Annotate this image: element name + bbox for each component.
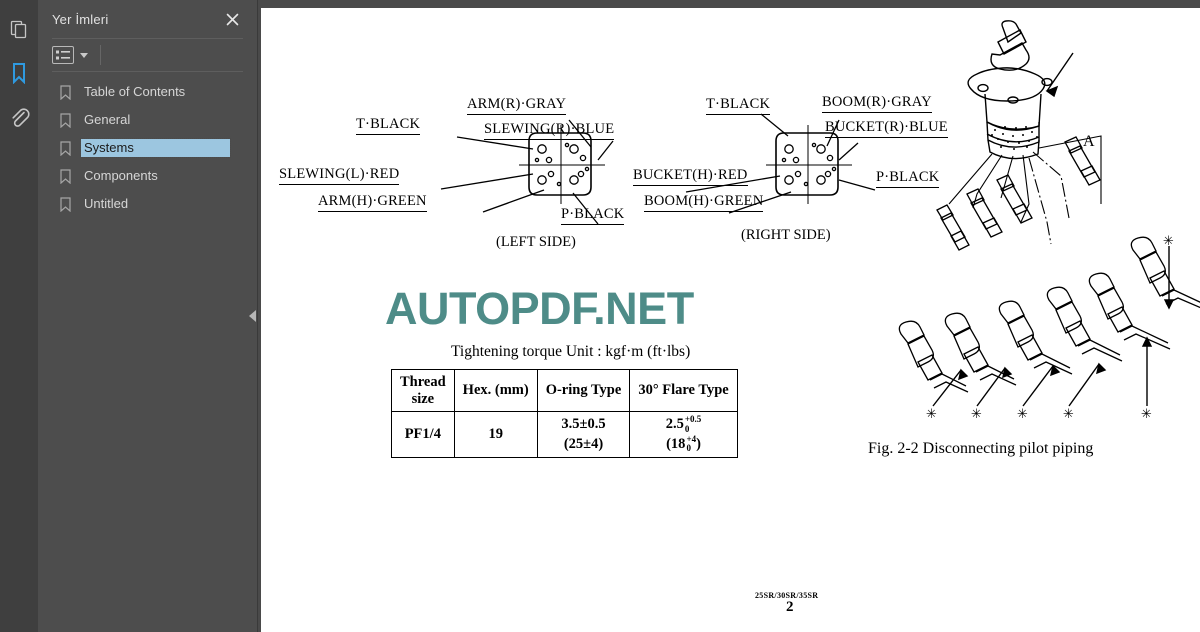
oring-main: 3.5±0.5: [561, 416, 606, 432]
bookmark-icon: [60, 140, 71, 156]
flare-sup-bot: 0: [684, 423, 690, 434]
bookmark-item-label: Table of Contents: [84, 84, 186, 99]
left-label-arm-r-gray: ARM(R)·GRAY: [467, 96, 567, 115]
th-oring-type: O-ring Type: [536, 369, 631, 412]
chevron-down-icon[interactable]: [80, 52, 88, 58]
flare-main: 2.5: [665, 416, 684, 432]
torque-table-caption: Tightening torque Unit : kgf·m (ft·lbs): [451, 343, 691, 360]
fitting-plugs: [936, 136, 1101, 251]
page-thumbnails-glyph: [10, 20, 27, 39]
left-label-slewing-l-red: SLEWING(L)·RED: [279, 166, 400, 185]
tightening-torque-table: Thread size Hex. (mm) O-ring Type 30° Fl…: [391, 369, 738, 459]
chevron-left-icon: [248, 310, 256, 322]
attachments-icon[interactable]: [6, 104, 32, 130]
bookmark-item[interactable]: Components: [38, 162, 257, 190]
flare-tolerance: +0.5 0: [685, 415, 701, 434]
flare-alt-close: ): [696, 435, 701, 452]
bookmark-item[interactable]: General: [38, 106, 257, 134]
pdf-reader-window: Yer İmleri Table of Contents General Sys…: [0, 0, 1200, 632]
assembly-routing-lines: [948, 135, 1102, 245]
left-label-slewing-r-blue: SLEWING(R)·BLUE: [484, 121, 615, 140]
bookmark-item-label: General: [84, 112, 131, 127]
left-label-t-black: T·BLACK: [356, 116, 421, 135]
figure-caption: Fig. 2-2 Disconnecting pilot piping: [868, 440, 1094, 457]
bookmark-item[interactable]: Untitled: [38, 190, 257, 218]
right-label-boom-h-green: BOOM(H)·GREEN: [644, 193, 764, 212]
right-label-p-black: P·BLACK: [876, 169, 940, 188]
bookmark-item-label: Components: [84, 168, 158, 183]
pilot-valve-illustration: [967, 20, 1053, 160]
flare-alt-open: (18: [666, 435, 686, 452]
page-thumbnails-icon[interactable]: [6, 16, 32, 42]
table-header-row: Thread size Hex. (mm) O-ring Type 30° Fl…: [391, 369, 738, 412]
bookmarks-panel-title: Yer İmleri: [52, 11, 109, 27]
th-hex-mm: Hex. (mm): [453, 369, 538, 412]
cell-flare-torque: 2.5+0.5 0 (18+4 0): [629, 410, 738, 459]
bookmarks-glyph: [13, 63, 25, 84]
left-label-p-black: P·BLACK: [561, 206, 625, 225]
th-flare-type: 30° Flare Type: [629, 369, 738, 412]
watermark: AUTOPDF.NET: [385, 283, 694, 334]
table-row: PF1/4 19 3.5±0.5 (25±4) 2.5+0.5 0 (18+4 0): [391, 410, 738, 459]
close-icon: [226, 13, 238, 25]
right-side-caption: (RIGHT SIDE): [741, 227, 831, 243]
bookmarks-icon[interactable]: [6, 60, 32, 86]
oring-alt: (25±4): [563, 435, 604, 452]
elbow-fittings: [898, 236, 1200, 393]
bookmark-item[interactable]: Table of Contents: [38, 78, 257, 106]
pdf-page: T·BLACK ARM(R)·GRAY SLEWING(R)·BLUE SLEW…: [261, 8, 1200, 632]
star-mark: ✳: [1141, 407, 1152, 422]
right-label-boom-r-gray: BOOM(R)·GRAY: [822, 94, 932, 113]
collapse-panel-handle[interactable]: [246, 296, 258, 336]
bookmark-icon: [60, 196, 71, 212]
th-thread-size-line2: size: [411, 390, 435, 407]
list-options-button[interactable]: [52, 46, 74, 64]
close-panel-button[interactable]: [223, 10, 241, 28]
th-thread-size-line1: Thread: [400, 373, 446, 390]
cell-hex-mm: 19: [453, 410, 538, 459]
bookmarks-panel: Yer İmleri Table of Contents General Sys…: [38, 0, 258, 632]
star-mark: ✳: [1163, 234, 1174, 249]
bookmark-item-selected[interactable]: Systems: [38, 134, 257, 162]
page-content: T·BLACK ARM(R)·GRAY SLEWING(R)·BLUE SLEW…: [261, 8, 1200, 632]
th-thread-size: Thread size: [391, 369, 455, 412]
document-viewer[interactable]: T·BLACK ARM(R)·GRAY SLEWING(R)·BLUE SLEW…: [258, 0, 1200, 632]
star-mark: ✳: [1017, 407, 1028, 422]
callout-a-arrow: [1045, 52, 1074, 98]
star-mark: ✳: [1063, 407, 1074, 422]
paperclip-glyph: [11, 107, 30, 127]
list-view-icon: [56, 50, 70, 59]
footer-page-number: 2: [786, 599, 794, 615]
bookmark-item-label: Untitled: [84, 196, 129, 211]
right-label-bucket-h-red: BUCKET(H)·RED: [633, 167, 748, 186]
bookmark-item-label: Systems: [80, 138, 231, 158]
flare-alt-sup-bot: 0: [686, 443, 691, 454]
right-label-bucket-r-blue: BUCKET(R)·BLUE: [825, 119, 948, 138]
toolbar-separator: [100, 45, 101, 65]
cell-oring-torque: 3.5±0.5 (25±4): [536, 410, 631, 459]
bookmark-icon: [60, 168, 71, 184]
sidebar-icon-rail: [0, 0, 38, 632]
star-mark: ✳: [926, 407, 937, 422]
bookmark-list: Table of Contents General Systems Compon…: [38, 72, 257, 218]
star-mark: ✳: [971, 407, 982, 422]
cell-thread-size: PF1/4: [391, 410, 455, 459]
right-label-t-black: T·BLACK: [706, 96, 771, 115]
left-label-arm-h-green: ARM(H)·GREEN: [318, 193, 427, 212]
flare-alt-tolerance: +4 0: [686, 434, 696, 454]
callout-a-label: A: [1083, 133, 1095, 150]
bookmarks-panel-header: Yer İmleri: [38, 0, 257, 38]
bookmark-icon: [60, 112, 71, 128]
left-side-caption: (LEFT SIDE): [496, 234, 576, 250]
bookmarks-toolbar: [38, 39, 257, 71]
bookmark-icon: [60, 84, 71, 100]
